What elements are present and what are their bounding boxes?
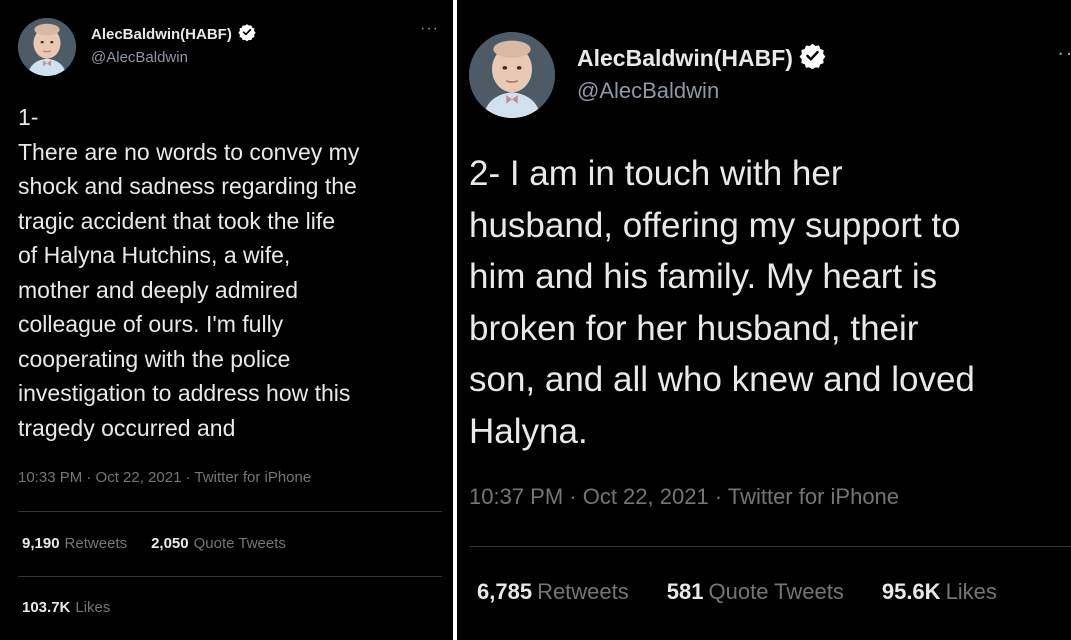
tweet-text-line: him and his family. My heart is (469, 257, 938, 296)
tweet-text-line: broken for her husband, their (469, 308, 919, 348)
tweet-text-line: 2- I am in touch with her (469, 154, 843, 193)
author-name[interactable]: AlecBaldwin(HABF) (577, 45, 793, 72)
quote-tweets-stat[interactable]: 581 Quote Tweets (667, 579, 844, 605)
avatar[interactable] (469, 32, 555, 118)
tweet-text-line: investigation to address how this (18, 380, 351, 406)
verified-badge-icon (799, 42, 826, 74)
author-handle[interactable]: @AlecBaldwin (91, 49, 188, 66)
tweet-timestamp[interactable]: 10:37 PM · Oct 22, 2021 · Twitter for iP… (469, 484, 899, 510)
divider (18, 511, 442, 512)
retweets-label: Retweets (537, 579, 629, 604)
tweet-text-line: tragedy occurred and (18, 414, 236, 441)
quote-tweets-stat[interactable]: 2,050 Quote Tweets (151, 535, 286, 552)
likes-count: 103.7K (22, 599, 71, 616)
avatar[interactable] (18, 18, 76, 76)
engagement-stats-row: 9,190 Retweets 2,050 Quote Tweets (22, 535, 286, 552)
avatar-baby-image (469, 32, 555, 118)
verified-badge-icon (238, 23, 256, 46)
retweets-count: 6,785 (477, 579, 533, 604)
tweet-text-line: husband, offering my support to (469, 205, 961, 245)
more-horizontal-icon[interactable]: ·· (1057, 40, 1071, 66)
tweet-card-1: AlecBaldwin(HABF) @AlecBaldwin ··· 1- Th… (0, 0, 453, 640)
author-handle[interactable]: @AlecBaldwin (577, 78, 719, 104)
likes-stat[interactable]: 103.7K Likes (22, 599, 110, 616)
retweets-stat[interactable]: 6,785 Retweets (477, 579, 629, 605)
likes-label: Likes (75, 599, 111, 616)
quote-tweets-label: Quote Tweets (708, 579, 844, 604)
likes-stat[interactable]: 95.6K Likes (882, 579, 997, 605)
more-horizontal-icon[interactable]: ··· (420, 20, 439, 38)
tweet-text-line: cooperating with the police (18, 345, 291, 372)
tweet-text-line: shock and sadness regarding the (18, 173, 357, 199)
tweet-card-2: AlecBaldwin(HABF) @AlecBaldwin ·· 2- I a… (457, 0, 1071, 640)
divider (469, 546, 1071, 547)
quote-tweets-count: 581 (666, 579, 704, 604)
author-name-row[interactable]: AlecBaldwin(HABF) (577, 42, 826, 74)
likes-label: Likes (945, 579, 997, 604)
tweet-text-line: son, and all who knew and loved (469, 360, 975, 399)
screenshot-stage: AlecBaldwin(HABF) @AlecBaldwin ··· 1- Th… (0, 0, 1071, 640)
tweet-text: 1- There are no words to convey my shock… (18, 100, 359, 445)
avatar-baby-image (18, 18, 76, 76)
retweets-count: 9,190 (22, 535, 60, 552)
tweet-text-line: mother and deeply admired (18, 276, 298, 303)
likes-count: 95.6K (881, 579, 941, 604)
tweet-text-line: There are no words to convey my (18, 138, 360, 165)
engagement-stats-row: 6,785 Retweets 581 Quote Tweets 95.6K Li… (477, 579, 997, 605)
quote-tweets-label: Quote Tweets (193, 535, 286, 552)
tweet-text: 2- I am in touch with her husband, offer… (469, 148, 975, 457)
retweets-stat[interactable]: 9,190 Retweets (22, 535, 127, 552)
author-name-row[interactable]: AlecBaldwin(HABF) (91, 23, 256, 46)
tweet-text-line: colleague of ours. I'm fully (18, 311, 284, 337)
quote-tweets-count: 2,050 (151, 535, 189, 552)
author-name[interactable]: AlecBaldwin(HABF) (91, 26, 232, 43)
divider (18, 576, 442, 577)
tweet-timestamp[interactable]: 10:33 PM · Oct 22, 2021 · Twitter for iP… (18, 469, 311, 486)
tweet-text-line: tragic accident that took the life (18, 207, 336, 234)
retweets-label: Retweets (64, 535, 128, 552)
likes-stats-row: 103.7K Likes (22, 599, 110, 616)
tweet-text-line: 1- (18, 104, 39, 130)
tweet-text-line: Halyna. (469, 411, 588, 451)
tweet-text-line: of Halyna Hutchins, a wife, (18, 242, 291, 268)
